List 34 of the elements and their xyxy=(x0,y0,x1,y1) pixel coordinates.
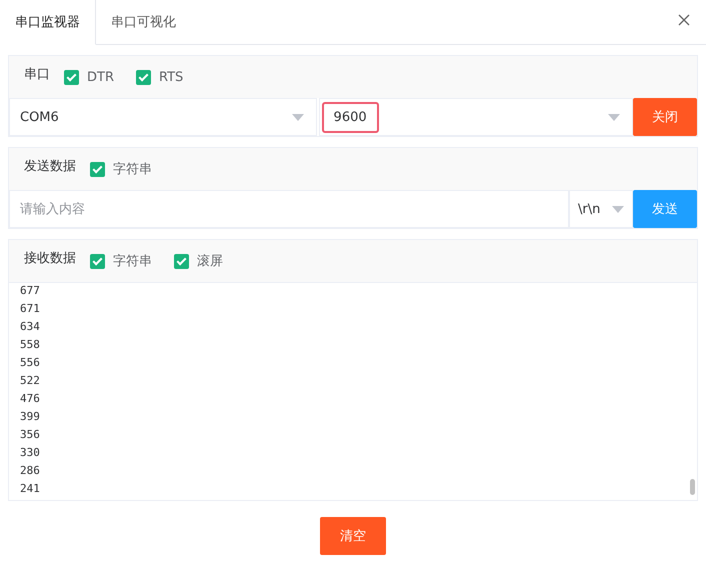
received-line: 356 xyxy=(20,428,40,443)
received-line: 556 xyxy=(20,356,40,371)
received-line: 677 xyxy=(20,284,40,299)
received-line: 522 xyxy=(20,374,40,389)
received-line: 286 xyxy=(20,464,40,479)
checkbox[interactable] xyxy=(90,254,105,268)
line-ending-select[interactable]: \r\n xyxy=(569,190,633,228)
received-line: 476 xyxy=(20,392,40,407)
checkbox-label: RTS xyxy=(158,70,184,84)
checkbox[interactable] xyxy=(174,254,189,268)
received-line: 241 xyxy=(20,482,40,497)
panel-title: 接收数据 xyxy=(24,250,76,267)
baud-rate-field[interactable]: 9600 xyxy=(322,102,379,132)
panel-title: 发送数据 xyxy=(24,158,76,175)
checkbox[interactable] xyxy=(64,70,79,84)
input-field[interactable]: 请输入内容 xyxy=(9,190,569,228)
received-line: 399 xyxy=(20,410,40,425)
checkbox-label: 滚屏 xyxy=(197,253,223,270)
checkbox-label: 字符串 xyxy=(113,161,152,178)
caret-icon xyxy=(608,114,620,120)
caret-icon xyxy=(292,114,304,120)
close-icon[interactable] xyxy=(678,14,690,26)
checkbox-label: DTR xyxy=(87,70,114,84)
caret-icon xyxy=(612,206,624,212)
panel-title: 串口 xyxy=(24,66,50,83)
received-line: 330 xyxy=(20,446,40,461)
received-line: 671 xyxy=(20,302,40,317)
received-line: 558 xyxy=(20,338,40,353)
received-line: 634 xyxy=(20,320,40,335)
checkbox[interactable] xyxy=(136,70,151,84)
scrollbar-thumb[interactable] xyxy=(690,479,695,495)
checkbox[interactable] xyxy=(90,162,105,176)
checkbox-label: 字符串 xyxy=(113,253,152,270)
port-select[interactable]: COM6 xyxy=(9,98,317,136)
